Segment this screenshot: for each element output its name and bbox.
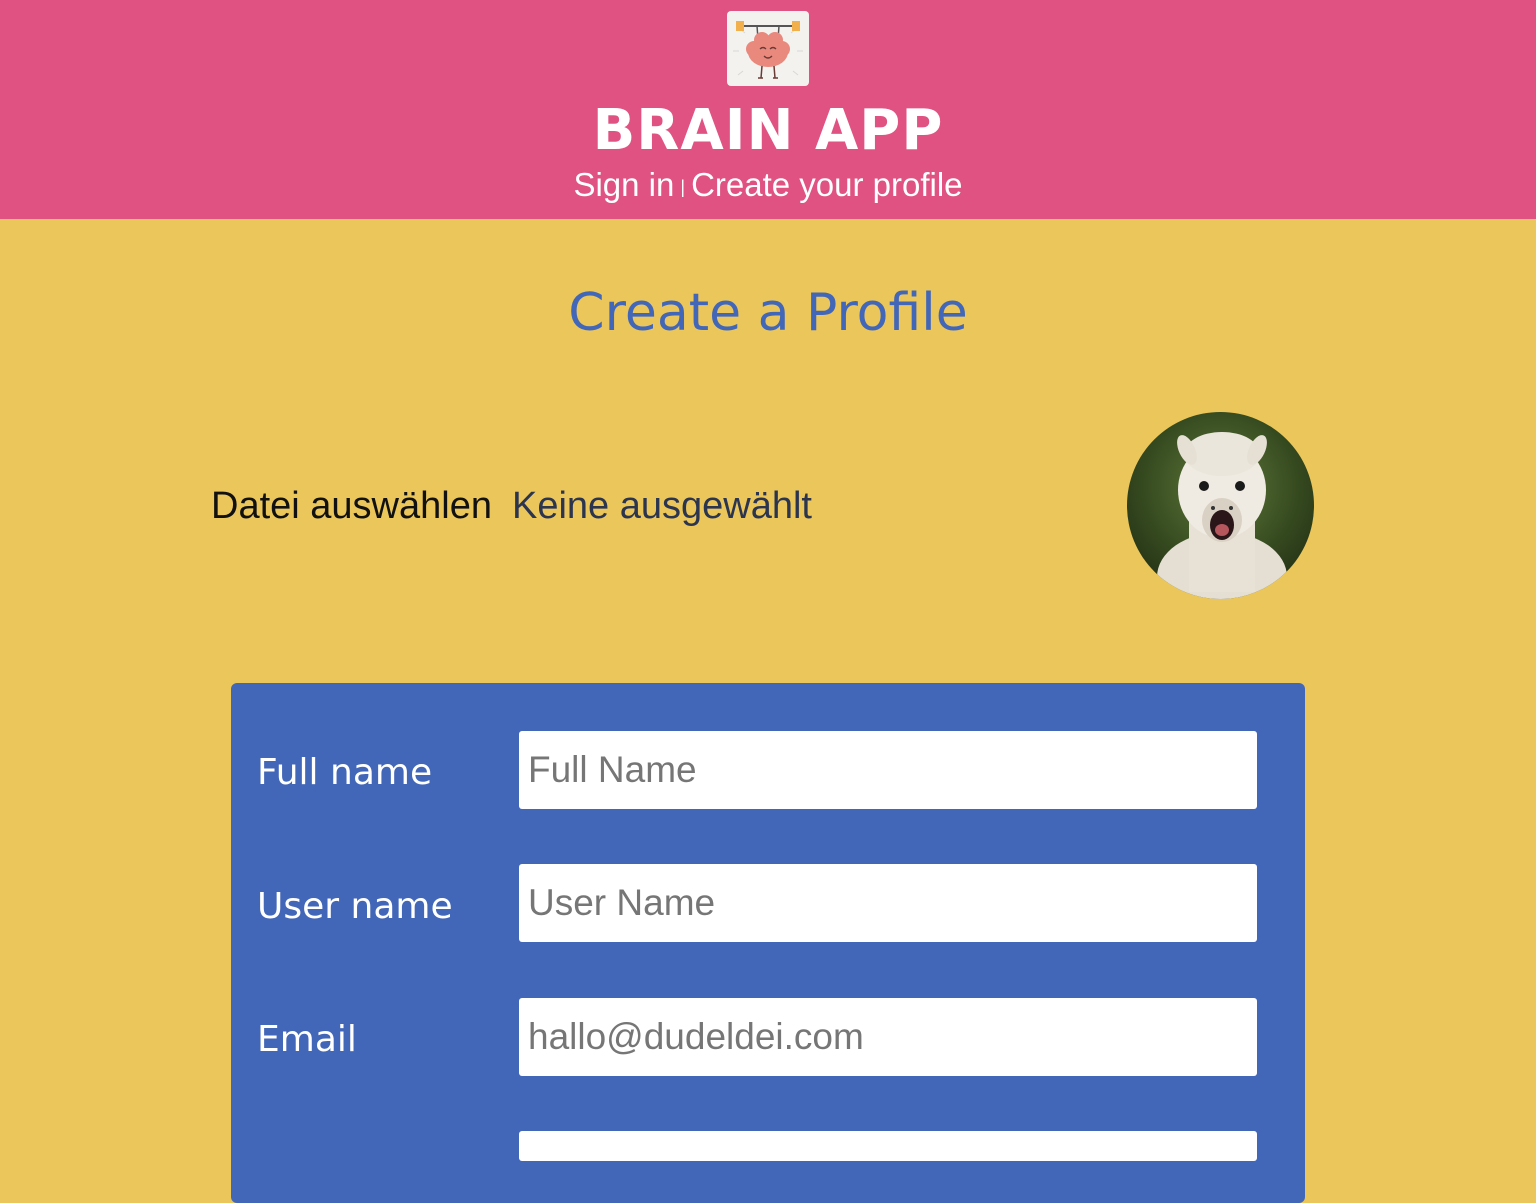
full-name-label: Full name	[257, 752, 433, 793]
user-name-label: User name	[257, 886, 453, 927]
email-label: Email	[257, 1019, 357, 1060]
nav-separator: |	[680, 177, 686, 197]
alpaca-avatar-image	[1127, 412, 1314, 599]
file-status-text: Keine ausgewählt	[511, 485, 812, 527]
sign-in-link[interactable]: Sign in	[573, 166, 674, 203]
header-nav: Sign in | Create your profile	[0, 164, 1536, 208]
email-input[interactable]	[519, 998, 1257, 1076]
full-name-input[interactable]	[519, 731, 1257, 809]
next-field-input[interactable]	[519, 1131, 1257, 1161]
choose-file-button[interactable]: Datei auswählen	[211, 485, 492, 527]
brain-logo-icon[interactable]	[727, 11, 809, 86]
profile-form: Full name User name Email	[231, 683, 1305, 1203]
file-picker[interactable]: Datei auswählen Keine ausgewählt	[211, 480, 812, 532]
create-profile-link[interactable]: Create your profile	[691, 166, 962, 203]
app-title: BRAIN APP	[592, 98, 944, 163]
app-header: BRAIN APP Sign in | Create your profile	[0, 0, 1536, 219]
page-title: Create a Profile	[568, 283, 968, 343]
user-name-input[interactable]	[519, 864, 1257, 942]
